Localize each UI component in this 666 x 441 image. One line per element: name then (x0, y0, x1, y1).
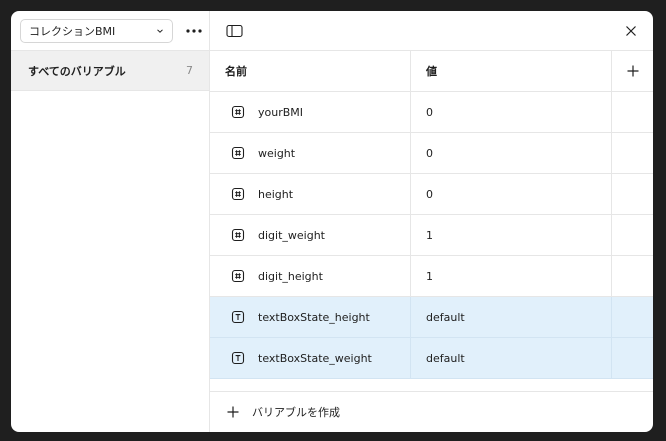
variable-value: default (426, 310, 465, 324)
variable-value: 0 (426, 146, 433, 160)
variable-value-cell[interactable]: default (411, 297, 612, 337)
variable-name-cell[interactable]: weight (210, 133, 411, 173)
plus-icon (627, 65, 638, 77)
variable-name-cell[interactable]: digit_weight (210, 215, 411, 255)
variable-value: 0 (426, 105, 433, 119)
table-header-row: 名前 値 (210, 51, 653, 92)
sidebar-item-label: すべてのバリアブル (28, 64, 126, 78)
variable-value-cell[interactable]: default (411, 338, 612, 378)
variable-name: digit_height (258, 269, 323, 283)
variable-value-cell[interactable]: 0 (411, 133, 612, 173)
variable-value: 1 (426, 269, 433, 283)
variable-value-cell[interactable]: 1 (411, 256, 612, 296)
variable-name-cell[interactable]: yourBMI (210, 92, 411, 132)
toggle-sidebar-button[interactable] (225, 22, 243, 40)
variable-value: 0 (426, 187, 433, 201)
variable-value-cell[interactable]: 0 (411, 92, 612, 132)
variable-value-cell[interactable]: 1 (411, 215, 612, 255)
hash-icon (231, 105, 245, 119)
row-extra-cell (612, 297, 653, 337)
hash-icon (231, 146, 245, 160)
table-row[interactable]: digit_height 1 (210, 256, 653, 297)
sidebar: コレクションBMI すべてのバリアブル 7 (11, 11, 210, 432)
variable-value-cell[interactable]: 0 (411, 174, 612, 214)
variable-name-cell[interactable]: digit_height (210, 256, 411, 296)
variables-panel: コレクションBMI すべてのバリアブル 7 名前 値 yourBMI 0 wei… (11, 11, 653, 432)
table-row[interactable]: weight 0 (210, 133, 653, 174)
sidebar-item-count: 7 (186, 64, 193, 77)
table-row[interactable]: textBoxState_height default (210, 297, 653, 338)
column-header-name[interactable]: 名前 (210, 51, 411, 91)
table-row[interactable]: height 0 (210, 174, 653, 215)
text-type-icon (231, 351, 245, 365)
close-button[interactable] (622, 22, 640, 40)
table-row[interactable]: yourBMI 0 (210, 92, 653, 133)
close-icon (626, 25, 636, 36)
chevron-down-icon (157, 28, 163, 33)
variable-name-cell[interactable]: textBoxState_weight (210, 338, 411, 378)
hash-icon (231, 228, 245, 242)
variable-name: yourBMI (258, 105, 304, 119)
main-area: 名前 値 yourBMI 0 weight 0 height 0 digit_w… (210, 11, 653, 432)
variable-value: 1 (426, 228, 433, 242)
column-header-value[interactable]: 値 (411, 51, 612, 91)
hash-icon (231, 269, 245, 283)
text-type-icon (231, 310, 245, 324)
table-row[interactable]: textBoxState_weight default (210, 338, 653, 379)
variable-name-cell[interactable]: textBoxState_height (210, 297, 411, 337)
variable-name: height (258, 187, 294, 201)
row-extra-cell (612, 133, 653, 173)
row-extra-cell (612, 256, 653, 296)
main-header (210, 11, 653, 51)
collection-select-value: コレクションBMI (29, 24, 116, 38)
row-extra-cell (612, 92, 653, 132)
variable-value: default (426, 351, 465, 365)
variable-name: textBoxState_weight (258, 351, 372, 365)
add-mode-button[interactable] (612, 51, 653, 91)
plus-icon (227, 406, 239, 418)
variable-name-cell[interactable]: height (210, 174, 411, 214)
more-horizontal-icon (186, 28, 202, 33)
more-options-button[interactable] (184, 21, 204, 41)
collection-select[interactable]: コレクションBMI (20, 18, 173, 43)
create-variable-button[interactable]: バリアブルを作成 (210, 391, 653, 432)
row-extra-cell (612, 338, 653, 378)
row-extra-cell (612, 174, 653, 214)
sidebar-header: コレクションBMI (11, 11, 209, 51)
variable-name: weight (258, 146, 296, 160)
table-row[interactable]: digit_weight 1 (210, 215, 653, 256)
variable-name: textBoxState_height (258, 310, 370, 324)
sidebar-item-all-variables[interactable]: すべてのバリアブル 7 (11, 51, 209, 91)
hash-icon (231, 187, 245, 201)
variables-table: 名前 値 yourBMI 0 weight 0 height 0 digit_w… (210, 51, 653, 379)
variable-name: digit_weight (258, 228, 325, 242)
sidebar-toggle-icon (225, 24, 243, 37)
create-variable-label: バリアブルを作成 (252, 406, 340, 419)
row-extra-cell (612, 215, 653, 255)
